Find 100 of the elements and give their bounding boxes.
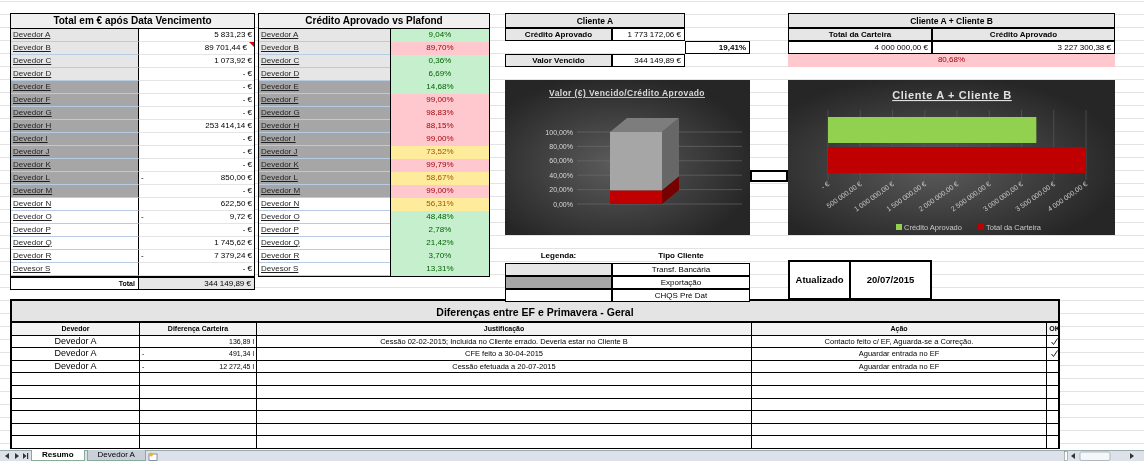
percent-cell: 56,31%: [389, 198, 489, 211]
debtor-link[interactable]: Devedor D: [259, 68, 390, 81]
debtor-link[interactable]: Devedor Q: [259, 237, 390, 250]
debtor-link[interactable]: Devedor R: [259, 250, 390, 263]
debtor-link[interactable]: Devedor F: [11, 94, 138, 107]
debtor-link[interactable]: Devedor A: [259, 29, 390, 42]
sheet-tab[interactable]: Resumo: [31, 450, 85, 461]
row-label: Crédito Aprovado: [505, 28, 612, 41]
next-sheet-icon[interactable]: [13, 452, 20, 460]
percent-cell: 9,04%: [389, 29, 489, 42]
percent-cell: 13,31%: [389, 263, 489, 276]
debtor-link[interactable]: Devesor S: [11, 263, 138, 276]
amount-text: 344 149,89 €: [612, 54, 685, 67]
table-title: Total em € após Data Vencimento: [11, 14, 254, 29]
debtor-link[interactable]: Devedor J: [259, 146, 390, 159]
debtor-link[interactable]: Devedor L: [11, 172, 138, 185]
debtor-link[interactable]: Devedor J: [11, 146, 138, 159]
amount-text: 1 073,92 €: [214, 55, 252, 67]
debtor-link[interactable]: Devedor A: [11, 29, 138, 42]
debtor-link[interactable]: Devedor M: [259, 185, 390, 198]
percent-cell: 58,67%: [389, 172, 489, 185]
debtor-link[interactable]: Devedor C: [11, 55, 138, 68]
table-title: Cliente A + Cliente B: [788, 13, 1115, 28]
debtor-link[interactable]: Devedor B: [259, 42, 390, 55]
table-cell: Devedor A: [12, 360, 140, 373]
debtor-link[interactable]: Devedor D: [11, 68, 138, 81]
table-title: Crédito Aprovado vs Plafond: [259, 14, 489, 29]
new-sheet-icon[interactable]: [147, 452, 158, 461]
debtor-link[interactable]: Devedor F: [259, 94, 390, 107]
sheet-tab[interactable]: Devedor A: [86, 450, 146, 461]
selected-cell[interactable]: [750, 170, 788, 182]
legend-label: Transf. Bancária: [612, 263, 750, 276]
debtor-link[interactable]: Devedor E: [11, 81, 138, 94]
debtor-link[interactable]: Devedor H: [11, 120, 138, 133]
amount-text: - €: [242, 94, 252, 106]
percent-cell: 21,42%: [389, 237, 489, 250]
debtor-link[interactable]: Devedor R: [11, 250, 138, 263]
debtor-link[interactable]: Devedor K: [259, 159, 390, 172]
debtor-link[interactable]: Devedor P: [11, 224, 138, 237]
debtor-link[interactable]: Devedor N: [259, 198, 390, 211]
amount-text: 9,72 €: [229, 211, 252, 223]
column-header: Crédito Aprovado: [932, 28, 1115, 41]
legend-label: CHQS Pré Dat: [612, 289, 750, 302]
debtor-link[interactable]: Devedor O: [11, 211, 138, 224]
percent-cell: 89,70%: [389, 42, 489, 55]
debtor-link[interactable]: Devedor K: [11, 159, 138, 172]
amount-text: - €: [242, 224, 252, 236]
debtor-link[interactable]: Devedor M: [11, 185, 138, 198]
percent-cell: 99,00%: [389, 133, 489, 146]
total-value: 344 149,89 €: [137, 278, 254, 289]
table-cell: Devedor A: [12, 335, 140, 348]
ratio-text: 80,68%: [788, 54, 1115, 67]
debtor-link[interactable]: Devedor P: [259, 224, 390, 237]
updated-label: Atualizado: [790, 262, 852, 298]
debtor-link[interactable]: Devedor B: [11, 42, 138, 55]
amount-text: 253 414,14 €: [205, 120, 252, 132]
chart-title: Cliente A + Cliente B: [892, 89, 1012, 101]
percent-cell: 0,36%: [389, 55, 489, 68]
debtor-link[interactable]: Devedor I: [259, 133, 390, 146]
debtor-link[interactable]: Devesor S: [259, 263, 390, 276]
debtor-link[interactable]: Devedor G: [11, 107, 138, 120]
debtor-link[interactable]: Devedor H: [259, 120, 390, 133]
previous-sheet-icon[interactable]: [4, 452, 11, 460]
percent-cell: 99,00%: [389, 94, 489, 107]
row-label: Valor Vencido: [505, 54, 612, 67]
minus-sign: -: [140, 172, 144, 184]
chart-title: Valor (€) Vencido/Crédito Aprovado: [549, 88, 705, 98]
amount-text: - €: [242, 159, 252, 171]
legend-title: Legenda:: [539, 250, 578, 262]
debtor-link[interactable]: Devedor Q: [11, 237, 138, 250]
percent-cell: 48,48%: [389, 211, 489, 224]
debtor-link[interactable]: Devedor N: [11, 198, 138, 211]
table-cell: Devedor A: [12, 348, 140, 360]
amount-text: 1 745,62 €: [214, 237, 252, 249]
percent-cell: 2,78%: [389, 224, 489, 237]
amount-text: 1 773 172,06 €: [612, 28, 685, 41]
amount-text: - €: [242, 185, 252, 197]
debtor-link[interactable]: Devedor L: [259, 172, 390, 185]
debtor-link[interactable]: Devedor G: [259, 107, 390, 120]
percent-cell: 73,52%: [389, 146, 489, 159]
column-title: Tipo Cliente: [657, 250, 705, 262]
minus-sign: -: [140, 211, 144, 223]
percent-cell: 99,00%: [389, 185, 489, 198]
last-sheet-icon[interactable]: [22, 452, 29, 460]
amount-text: - €: [242, 68, 252, 80]
debtor-link[interactable]: Devedor I: [11, 133, 138, 146]
minus-sign: -: [140, 250, 144, 262]
table-title: Cliente A: [505, 13, 685, 28]
amount-text: 850,00 €: [220, 172, 252, 184]
table-title: Diferenças entre EF e Primavera - Geral: [12, 301, 1058, 323]
debtor-link[interactable]: Devedor C: [259, 55, 390, 68]
percent-cell: 98,83%: [389, 107, 489, 120]
amount-text: 3 227 300,38 €: [932, 41, 1115, 54]
amount-text: 5 831,23 €: [214, 29, 252, 41]
debtor-link[interactable]: Devedor O: [259, 211, 390, 224]
percent-cell: 14,68%: [389, 81, 489, 94]
debtor-link[interactable]: Devedor E: [259, 81, 390, 94]
amount-text: - €: [242, 107, 252, 119]
column-header: Total da Carteira: [788, 28, 932, 41]
amount-text: 4 000 000,00 €: [788, 41, 932, 54]
